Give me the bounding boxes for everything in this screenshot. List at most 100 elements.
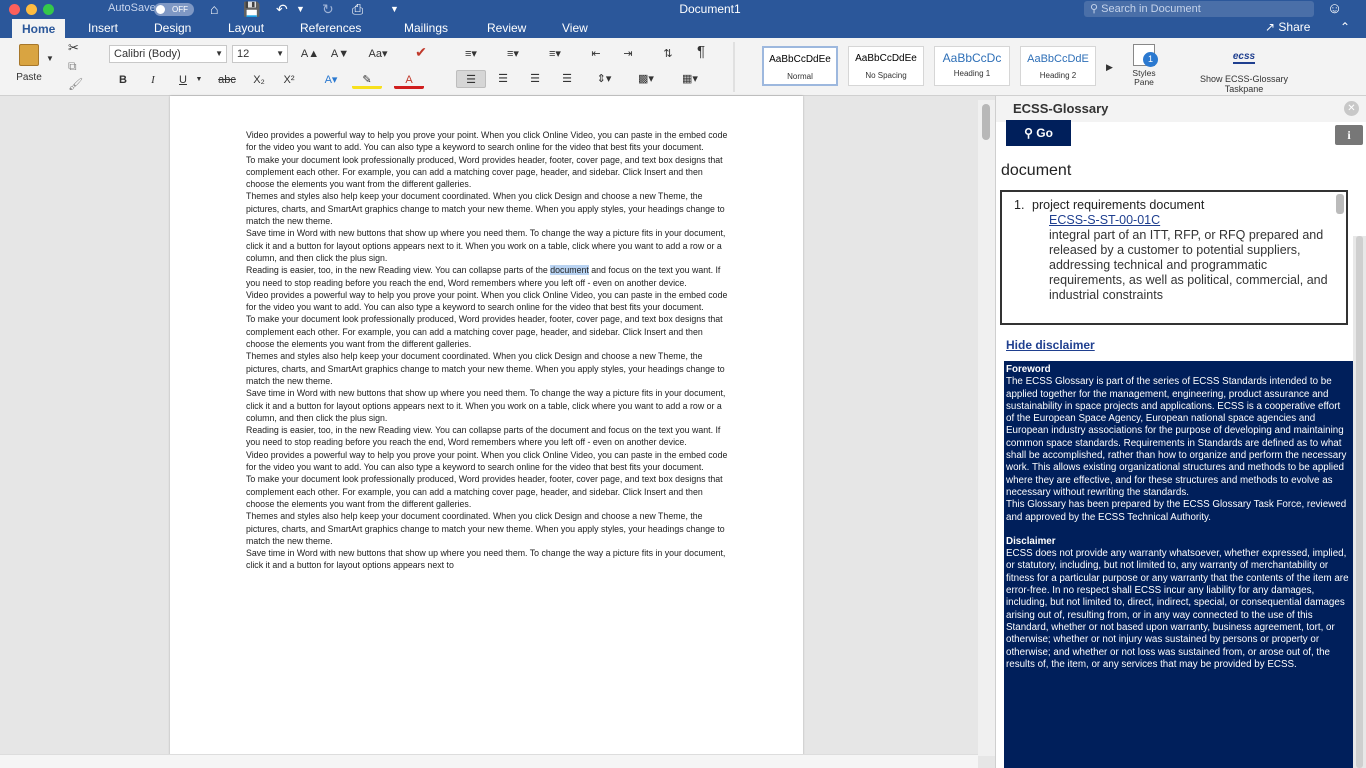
ecss-glossary-taskpane: ECSS-Glossary ✕ ⚲ Go i document 1. proje… bbox=[995, 96, 1366, 768]
go-button[interactable]: ⚲ Go bbox=[1006, 120, 1071, 146]
search-term-heading: document bbox=[1001, 162, 1072, 179]
style-heading-2[interactable]: AaBbCcDdE Heading 2 bbox=[1020, 46, 1096, 86]
tab-view[interactable]: View bbox=[562, 21, 588, 36]
decrease-indent-button[interactable]: ⇤ bbox=[584, 45, 608, 63]
font-name-select[interactable]: Calibri (Body) ▼ bbox=[109, 45, 227, 63]
tab-mailings[interactable]: Mailings bbox=[404, 21, 448, 36]
autosave-toggle[interactable]: OFF bbox=[154, 3, 194, 16]
undo-dropdown-icon[interactable]: ▼ bbox=[296, 1, 305, 17]
text-effects-button[interactable]: A▾ bbox=[316, 71, 346, 89]
info-button[interactable]: i bbox=[1335, 125, 1363, 145]
paragraph: Video provides a powerful way to help yo… bbox=[246, 289, 728, 313]
tab-home[interactable]: Home bbox=[12, 19, 66, 38]
clear-formatting-icon[interactable]: ✔ bbox=[408, 43, 434, 61]
style-preview: AaBbCcDdE bbox=[1027, 53, 1089, 65]
ecss-button-label: Show ECSS-Glossary Taskpane bbox=[1199, 74, 1289, 94]
align-center-button[interactable]: ☰ bbox=[490, 70, 516, 88]
feedback-smiley-icon[interactable]: ☺ bbox=[1327, 0, 1342, 17]
numbering-button[interactable]: ≡▾ bbox=[498, 45, 528, 63]
share-icon: ↗ bbox=[1265, 20, 1276, 34]
borders-button[interactable]: ▦▾ bbox=[672, 70, 708, 88]
shrink-font-button[interactable]: A▼ bbox=[328, 45, 352, 63]
paste-button[interactable]: Paste bbox=[10, 42, 48, 90]
styles-pane-button[interactable]: 1 Styles Pane bbox=[1124, 44, 1164, 94]
style-heading-1[interactable]: AaBbCcDc Heading 1 bbox=[934, 46, 1010, 86]
document-title: Document1 bbox=[679, 2, 741, 16]
document-body[interactable]: Video provides a powerful way to help yo… bbox=[246, 129, 729, 572]
disclaimer-panel: Foreword The ECSS Glossary is part of th… bbox=[1004, 361, 1353, 768]
multilevel-list-button[interactable]: ≡▾ bbox=[540, 45, 570, 63]
format-painter-icon[interactable]: 🖌 bbox=[68, 77, 83, 91]
results-scrollbar-thumb[interactable] bbox=[1336, 194, 1344, 214]
print-icon[interactable]: ⎙ bbox=[352, 1, 363, 17]
bold-button[interactable]: B bbox=[112, 71, 134, 89]
status-bar bbox=[0, 754, 978, 768]
ecss-logo: ecss bbox=[1232, 51, 1256, 64]
strikethrough-button[interactable]: abc bbox=[214, 71, 240, 89]
undo-icon[interactable]: ↶ bbox=[276, 1, 288, 17]
minimize-window-button[interactable] bbox=[26, 4, 37, 15]
tab-references[interactable]: References bbox=[300, 21, 361, 36]
copy-icon[interactable]: ⧉ bbox=[68, 59, 77, 73]
scrollbar-thumb[interactable] bbox=[982, 104, 990, 140]
close-window-button[interactable] bbox=[9, 4, 20, 15]
close-icon[interactable]: ✕ bbox=[1344, 101, 1359, 116]
underline-button[interactable]: U bbox=[172, 71, 194, 89]
share-button[interactable]: ↗ Share bbox=[1265, 20, 1310, 34]
line-spacing-button[interactable]: ⇕▾ bbox=[588, 70, 620, 88]
grow-font-button[interactable]: A▲ bbox=[298, 45, 322, 63]
increase-indent-button[interactable]: ⇥ bbox=[616, 45, 640, 63]
style-preview: AaBbCcDdEe bbox=[855, 53, 917, 64]
italic-button[interactable]: I bbox=[142, 71, 164, 89]
document-canvas: Video provides a powerful way to help yo… bbox=[0, 96, 995, 768]
disclaimer-text: ECSS does not provide any warranty whats… bbox=[1006, 548, 1349, 670]
result-number: 1. bbox=[1014, 198, 1025, 212]
tab-design[interactable]: Design bbox=[154, 21, 191, 36]
scrollbar-thumb[interactable] bbox=[1356, 236, 1363, 768]
zoom-window-button[interactable] bbox=[43, 4, 54, 15]
sort-button[interactable]: ⇅ bbox=[656, 45, 680, 63]
result-source-link[interactable]: ECSS-S-ST-00-01C bbox=[1032, 213, 1328, 228]
search-document-input[interactable]: ⚲ Search in Document bbox=[1084, 1, 1314, 17]
document-page[interactable]: Video provides a powerful way to help yo… bbox=[170, 96, 803, 756]
change-case-button[interactable]: Aa▾ bbox=[362, 45, 394, 63]
highlight-color-button[interactable]: ✎ bbox=[352, 71, 382, 89]
customize-toolbar-icon[interactable]: ▼ bbox=[390, 1, 399, 17]
chevron-down-icon: ▼ bbox=[276, 49, 284, 58]
tab-layout[interactable]: Layout bbox=[228, 21, 264, 36]
save-icon[interactable]: 💾 bbox=[243, 1, 260, 17]
results-list[interactable]: 1. project requirements document ECSS-S-… bbox=[1000, 190, 1348, 325]
paste-dropdown-icon[interactable]: ▼ bbox=[46, 52, 54, 66]
show-ecss-glossary-button[interactable]: ecss Show ECSS-Glossary Taskpane bbox=[1180, 46, 1308, 94]
selected-word[interactable]: document bbox=[550, 265, 589, 276]
style-normal[interactable]: AaBbCcDdEe Normal bbox=[762, 46, 838, 86]
home-icon[interactable]: ⌂ bbox=[210, 1, 218, 17]
hide-disclaimer-link[interactable]: Hide disclaimer bbox=[1006, 338, 1095, 352]
result-item: 1. project requirements document ECSS-S-… bbox=[1014, 198, 1328, 303]
align-left-button[interactable]: ☰ bbox=[456, 70, 486, 88]
superscript-button[interactable]: X² bbox=[278, 71, 300, 89]
font-color-button[interactable]: A bbox=[394, 71, 424, 89]
foreword-text-2: This Glossary has been prepared by the E… bbox=[1006, 499, 1347, 523]
tab-review[interactable]: Review bbox=[487, 21, 526, 36]
cut-icon[interactable]: ✂ bbox=[68, 41, 79, 55]
collapse-ribbon-icon[interactable]: ⌃ bbox=[1340, 20, 1350, 34]
align-right-button[interactable]: ☰ bbox=[522, 70, 548, 88]
taskpane-scrollbar[interactable] bbox=[1353, 236, 1366, 768]
style-no-spacing[interactable]: AaBbCcDdEe No Spacing bbox=[848, 46, 924, 86]
show-formatting-marks-button[interactable]: ¶ bbox=[690, 43, 712, 61]
result-term: project requirements document bbox=[1032, 198, 1205, 212]
style-name: Normal bbox=[787, 72, 813, 81]
subscript-button[interactable]: X₂ bbox=[248, 71, 270, 89]
font-size-select[interactable]: 12 ▼ bbox=[232, 45, 288, 63]
paragraph: Video provides a powerful way to help yo… bbox=[246, 449, 728, 473]
justify-button[interactable]: ☰ bbox=[554, 70, 580, 88]
document-vertical-scrollbar[interactable] bbox=[978, 100, 995, 756]
underline-dropdown-icon[interactable]: ▼ bbox=[194, 71, 204, 89]
redo-icon[interactable]: ↻ bbox=[322, 1, 334, 17]
foreword-text: The ECSS Glossary is part of the series … bbox=[1006, 376, 1347, 498]
tab-insert[interactable]: Insert bbox=[88, 21, 118, 36]
styles-gallery-next-icon[interactable]: ▶ bbox=[1106, 60, 1113, 74]
bullets-button[interactable]: ≡▾ bbox=[456, 45, 486, 63]
shading-button[interactable]: ▩▾ bbox=[630, 70, 662, 88]
